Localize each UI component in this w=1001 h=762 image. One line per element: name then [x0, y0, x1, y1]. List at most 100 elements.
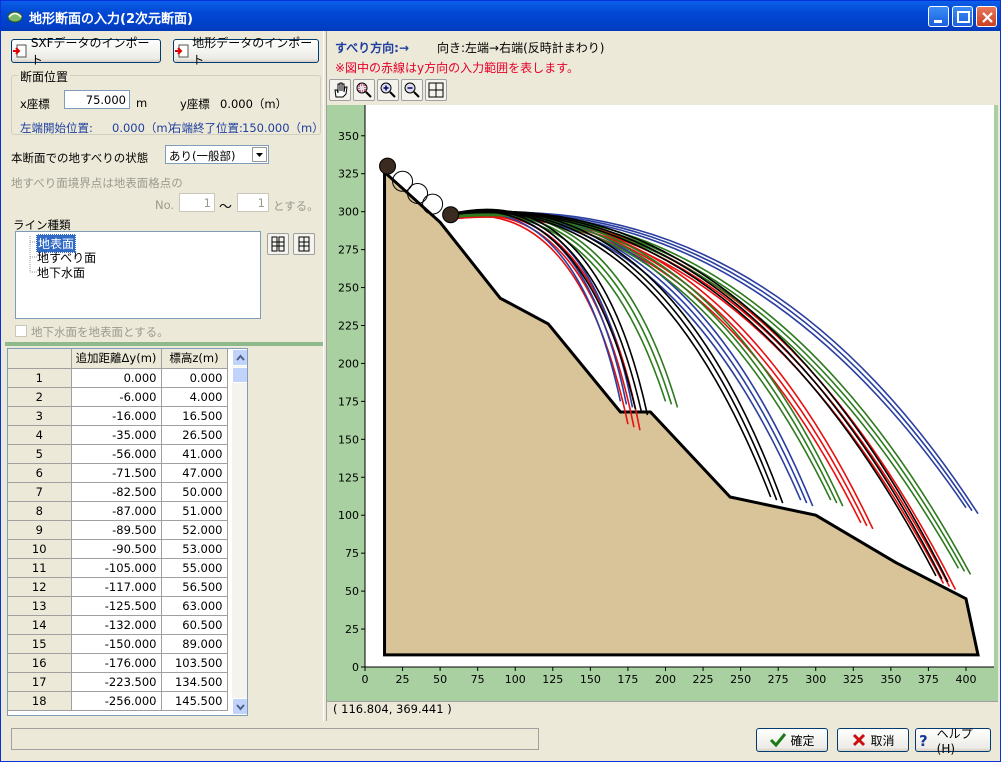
distance-cell[interactable]: -87.000 [71, 501, 162, 521]
table-row[interactable]: 14 -132.000 60.500 [8, 615, 228, 635]
distance-cell[interactable]: -105.000 [71, 558, 162, 578]
scroll-thumb[interactable] [232, 367, 247, 383]
line-type-item-groundwater[interactable]: 地下水面 [36, 264, 86, 281]
elevation-cell[interactable]: 50.000 [161, 482, 228, 502]
table-row[interactable]: 4 -35.000 26.500 [8, 425, 228, 445]
orientation-label: 向き:左端→右端(反時計まわり) [437, 41, 605, 55]
help-button[interactable]: ? ヘルプ(H) [915, 727, 991, 756]
dialog-window: 地形断面の入力(2次元断面) SXFデータのインポート 地形データのインポート … [0, 0, 1001, 762]
distance-cell[interactable]: -117.000 [71, 577, 162, 597]
profile-table-body: 追加距離Δy(m) 標高z(m) 1 0.000 0.000 2 -6.000 4.000… [8, 349, 228, 711]
table-row[interactable]: 1 0.000 0.000 [8, 368, 228, 388]
x-tick-label: 200 [655, 673, 676, 686]
profile-table[interactable]: 追加距離Δy(m) 標高z(m) 1 0.000 0.000 2 -6.000 4.000… [7, 348, 248, 716]
minimize-button[interactable] [928, 6, 949, 27]
x-tick-label: 325 [843, 673, 864, 686]
elevation-cell[interactable]: 63.000 [161, 596, 228, 616]
landslide-state-select[interactable]: あり(一般部) [165, 145, 269, 164]
x-coord-input[interactable]: 75.000 [64, 90, 130, 109]
table-row[interactable]: 13 -125.500 63.000 [8, 596, 228, 616]
elevation-cell[interactable]: 145.500 [161, 691, 228, 711]
zoom-area-button[interactable] [353, 79, 375, 101]
table-row[interactable]: 7 -82.500 50.000 [8, 482, 228, 502]
table-row[interactable]: 2 -6.000 4.000 [8, 387, 228, 407]
elevation-cell[interactable]: 47.000 [161, 463, 228, 483]
x-tick-label: 150 [580, 673, 601, 686]
elevation-cell[interactable]: 134.500 [161, 672, 228, 692]
cancel-button[interactable]: 取消 [837, 728, 909, 752]
sxf-import-button[interactable]: SXFデータのインポート [11, 36, 161, 67]
elevation-cell[interactable]: 103.500 [161, 653, 228, 673]
terrain-import-button[interactable]: 地形データのインポート [173, 36, 319, 67]
distance-cell[interactable]: -56.000 [71, 444, 162, 464]
row-number-cell: 4 [8, 425, 72, 445]
distance-cell[interactable]: -89.500 [71, 520, 162, 540]
distance-cell[interactable]: 0.000 [71, 368, 162, 388]
distance-cell[interactable]: -223.500 [71, 672, 162, 692]
close-button[interactable] [976, 6, 997, 27]
line-types-tree[interactable]: 地表面 地すべり面 地下水面 [15, 231, 261, 319]
help-icon: ? [919, 732, 928, 748]
elevation-cell[interactable]: 41.000 [161, 444, 228, 464]
zoom-in-button[interactable] [377, 79, 399, 101]
y-tick-label: 50 [345, 585, 359, 598]
distance-cell[interactable]: -176.000 [71, 653, 162, 673]
elevation-cell[interactable]: 60.500 [161, 615, 228, 635]
distance-cell[interactable]: -16.000 [71, 406, 162, 426]
table-row[interactable]: 18 -256.000 145.500 [8, 691, 228, 711]
table-row[interactable]: 10 -90.500 53.000 [8, 539, 228, 559]
svg-text:?: ? [919, 732, 928, 748]
boundary-to-input[interactable]: 1 [237, 193, 269, 212]
elevation-cell[interactable]: 52.000 [161, 520, 228, 540]
table-row[interactable]: 6 -71.500 47.000 [8, 463, 228, 483]
table-row[interactable]: 8 -87.000 51.000 [8, 501, 228, 521]
elevation-cell[interactable]: 89.000 [161, 634, 228, 654]
table-scrollbar[interactable] [232, 349, 247, 715]
table-row[interactable]: 12 -117.000 56.500 [8, 577, 228, 597]
chevron-down-icon[interactable] [252, 147, 267, 162]
table-row[interactable]: 9 -89.500 52.000 [8, 520, 228, 540]
boundary-from-input[interactable]: 1 [179, 193, 215, 212]
distance-cell[interactable]: -256.000 [71, 691, 162, 711]
table-row[interactable]: 3 -16.000 16.500 [8, 406, 228, 426]
insert-row-button[interactable] [267, 233, 289, 255]
elevation-cell[interactable]: 53.000 [161, 539, 228, 559]
distance-cell[interactable]: -132.000 [71, 615, 162, 635]
y-tick-label: 150 [338, 433, 359, 446]
pan-button[interactable] [329, 79, 351, 101]
distance-cell[interactable]: -82.500 [71, 482, 162, 502]
section-chart[interactable]: 0255075100125150175200225250275300325350… [327, 105, 998, 731]
table-row[interactable]: 15 -150.000 89.000 [8, 634, 228, 654]
elevation-cell[interactable]: 4.000 [161, 387, 228, 407]
elevation-cell[interactable]: 26.500 [161, 425, 228, 445]
scroll-down-button[interactable] [232, 698, 247, 715]
fit-all-button[interactable] [425, 79, 447, 101]
col-header-elevation[interactable]: 標高z(m) [161, 349, 228, 369]
elevation-cell[interactable]: 51.000 [161, 501, 228, 521]
maximize-button[interactable] [952, 6, 973, 27]
distance-cell[interactable]: -6.000 [71, 387, 162, 407]
zoom-out-button[interactable] [401, 79, 423, 101]
title-bar[interactable]: 地形断面の入力(2次元断面) [1, 1, 1000, 31]
elevation-cell[interactable]: 16.500 [161, 406, 228, 426]
ok-button[interactable]: 確定 [756, 728, 828, 752]
elevation-cell[interactable]: 56.500 [161, 577, 228, 597]
table-row[interactable]: 5 -56.000 41.000 [8, 444, 228, 464]
distance-cell[interactable]: -125.500 [71, 596, 162, 616]
elevation-cell[interactable]: 0.000 [161, 368, 228, 388]
groundwater-checkbox[interactable] [15, 325, 27, 337]
close-icon [982, 12, 993, 23]
scroll-up-button[interactable] [232, 349, 247, 366]
table-row[interactable]: 17 -223.500 134.500 [8, 672, 228, 692]
elevation-cell[interactable]: 55.000 [161, 558, 228, 578]
delete-row-button[interactable] [293, 233, 315, 255]
distance-cell[interactable]: -150.000 [71, 634, 162, 654]
import-icon [175, 44, 189, 58]
x-tick-label: 350 [880, 673, 901, 686]
distance-cell[interactable]: -35.000 [71, 425, 162, 445]
distance-cell[interactable]: -71.500 [71, 463, 162, 483]
distance-cell[interactable]: -90.500 [71, 539, 162, 559]
table-row[interactable]: 16 -176.000 103.500 [8, 653, 228, 673]
table-row[interactable]: 11 -105.000 55.000 [8, 558, 228, 578]
col-header-distance[interactable]: 追加距離Δy(m) [71, 349, 162, 369]
